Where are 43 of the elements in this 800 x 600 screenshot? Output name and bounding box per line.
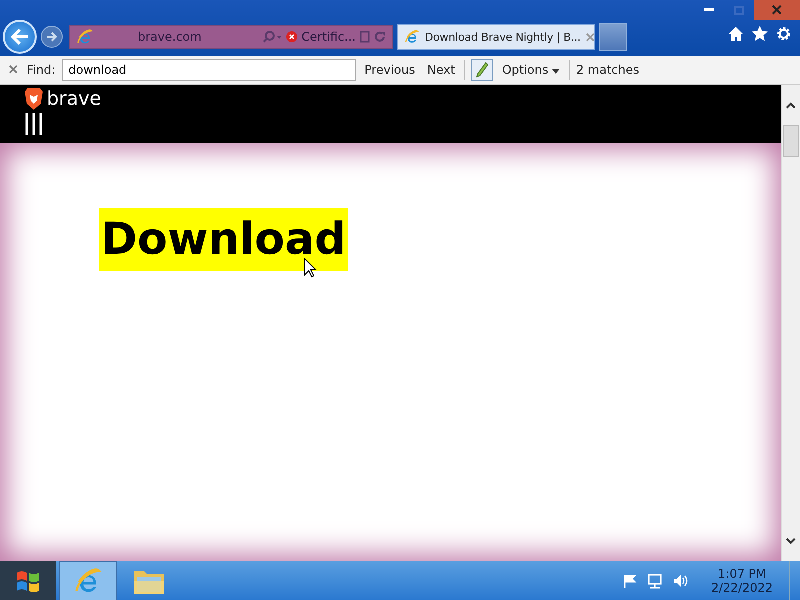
brand-name: brave [47,88,102,110]
scrollbar[interactable] [781,85,800,561]
caret-icon [552,69,560,74]
flag-icon[interactable] [623,574,638,588]
previous-button[interactable]: Previous [362,63,418,77]
windows-logo-icon [16,570,40,592]
star-icon[interactable] [752,26,768,42]
scroll-thumb[interactable] [783,125,799,157]
forward-button[interactable] [41,26,63,48]
minimize-icon [704,8,714,12]
home-icon[interactable] [728,26,744,42]
compatibility-icon[interactable] [360,31,370,43]
find-label: Find: [27,63,56,77]
start-button[interactable] [0,561,56,600]
lion-logo-icon [24,87,44,111]
refresh-icon[interactable] [374,31,386,43]
url-text: brave.com [138,30,203,44]
new-tab-button[interactable] [599,23,627,51]
settings-icon[interactable] [776,26,792,42]
right-arrow-icon [46,32,58,42]
error-icon [286,31,298,43]
clock-time[interactable]: 1:07 PM [718,567,766,581]
speaker-icon[interactable] [673,574,690,588]
back-button[interactable] [3,20,37,54]
browser-tab[interactable]: Download Brave Nightly | B... [397,24,595,50]
clock-date[interactable]: 2/22/2022 [711,581,773,595]
maximize-icon [734,6,744,14]
find-field[interactable]: download [62,59,356,81]
close-button[interactable] [754,0,800,20]
browser-icon [76,28,94,46]
match-count: 2 matches [576,63,640,77]
search-icon[interactable] [262,31,282,43]
network-icon[interactable] [647,574,664,588]
left-arrow-icon [11,29,29,45]
highlight-button[interactable] [471,59,494,81]
next-button[interactable]: Next [424,63,458,77]
browser-icon [404,29,420,45]
options-button[interactable]: Options [499,63,564,77]
close-icon [772,5,782,15]
menu-icon[interactable] [24,113,44,135]
mouse-pointer-icon [304,258,317,278]
page-heading: Download [99,208,348,271]
taskbar-app[interactable] [59,561,117,600]
